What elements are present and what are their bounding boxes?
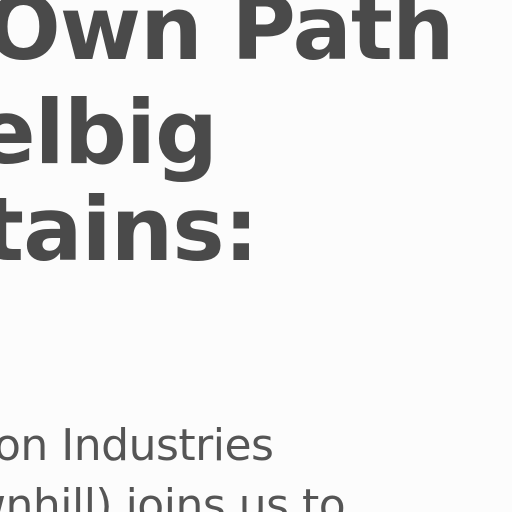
body-text-line-2: wnhill) joins us to [0, 480, 346, 512]
body-text-line-1: on Industries [0, 420, 274, 471]
headline-line-2: elbig [0, 81, 218, 184]
article-page: Own Path elbig tains: on Industries wnhi… [0, 0, 512, 512]
headline-line-1: Own Path [0, 0, 455, 80]
headline-line-3: tains: [0, 178, 259, 281]
